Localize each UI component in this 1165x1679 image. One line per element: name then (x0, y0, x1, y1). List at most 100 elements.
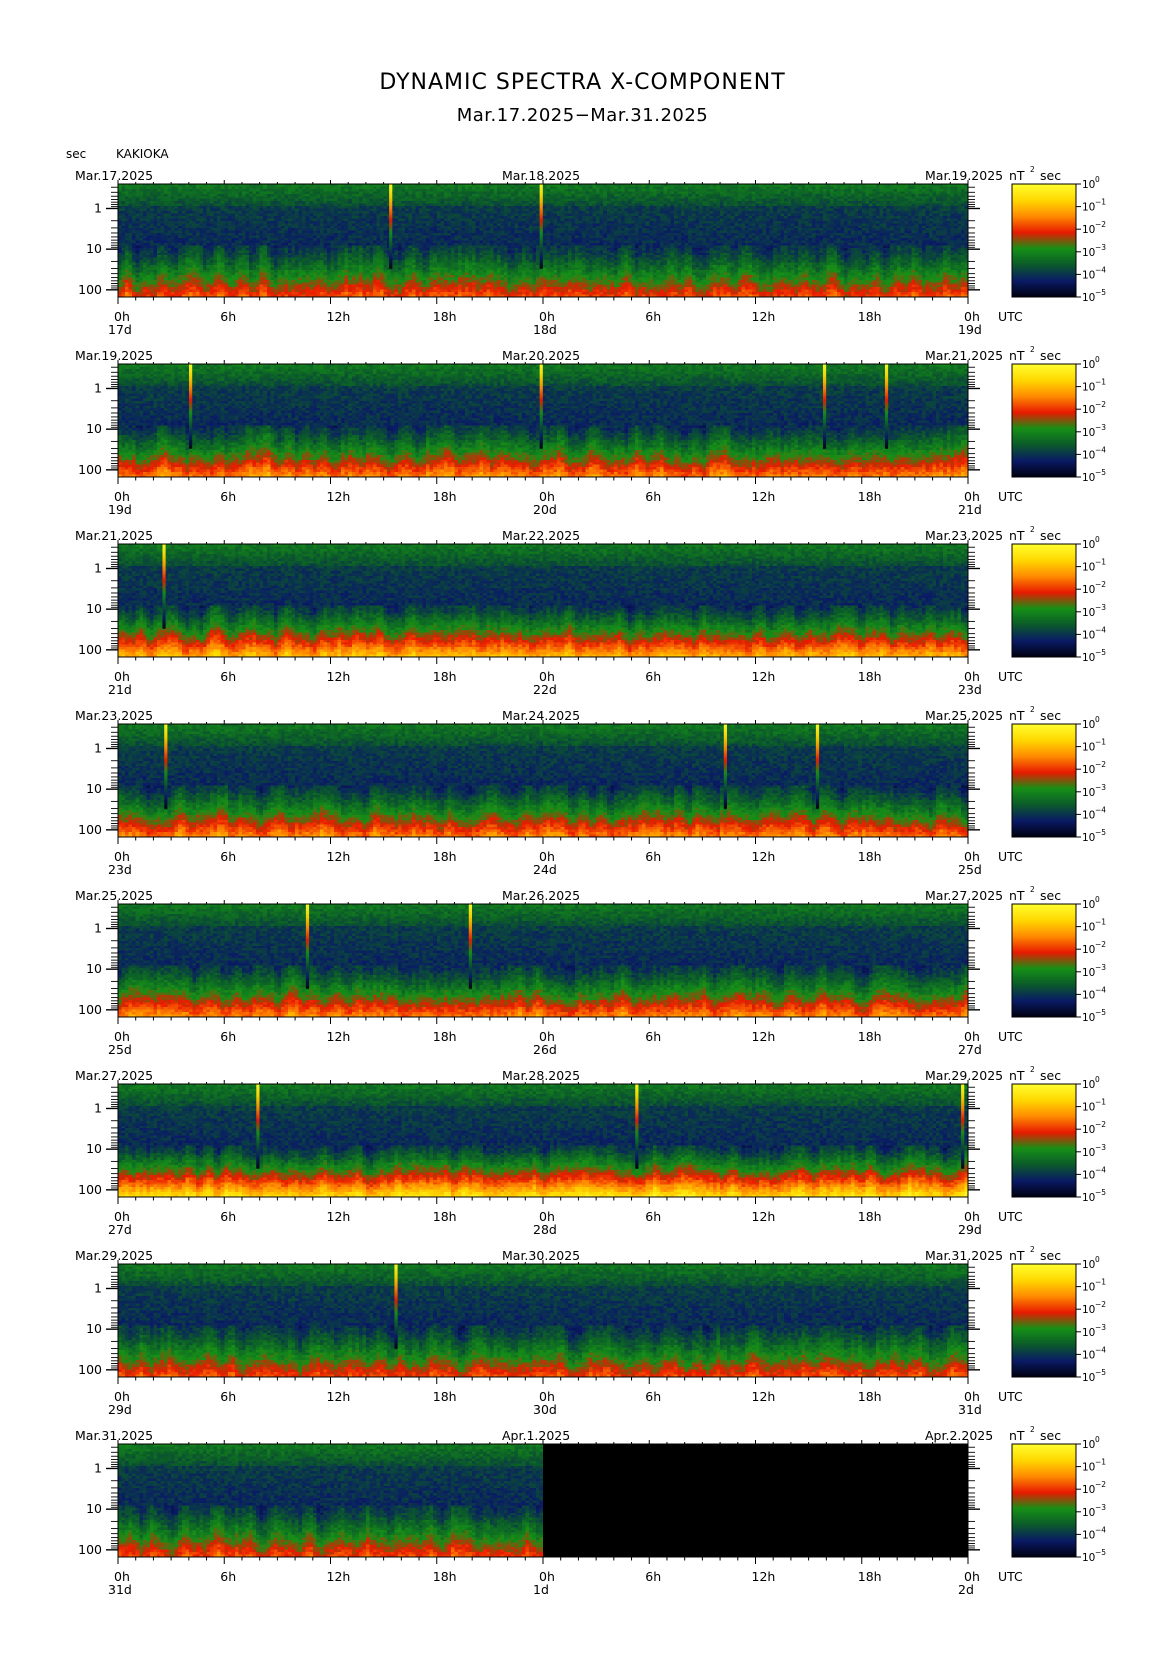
spectrogram-cell (267, 282, 271, 285)
spectrogram-cell (122, 211, 126, 214)
spectrogram-cell (277, 204, 281, 207)
spectrogram-cell (281, 250, 285, 253)
spectrogram-cell (125, 243, 129, 246)
spectrogram-cell (302, 236, 306, 239)
spectrogram-cell (274, 191, 278, 194)
spectrogram-cell (270, 196, 274, 199)
spectrogram-cell (221, 275, 225, 278)
spectrogram-cell (129, 189, 133, 192)
spectrogram-cell (207, 260, 211, 263)
spectrogram-cell (189, 201, 193, 204)
spectrogram-cell (161, 228, 165, 231)
spectrogram-cell (178, 275, 182, 278)
spectrogram-cell (256, 226, 260, 229)
spectrogram-cell (221, 221, 225, 224)
spectrogram-cell (231, 216, 235, 219)
spectrogram-cell (178, 221, 182, 224)
spectrogram-cell (221, 243, 225, 246)
spectrogram-cell (277, 223, 281, 226)
spectrogram-cell (129, 265, 133, 268)
spectrogram-cell (217, 243, 221, 246)
spectrogram-cell (210, 228, 214, 231)
spectrogram-cell (196, 265, 200, 268)
spectrogram-cell (192, 189, 196, 192)
spectrogram-cell (263, 196, 267, 199)
spectrogram-cell (238, 221, 242, 224)
spectrogram-cell (157, 290, 161, 293)
spectrogram-cell (253, 280, 257, 283)
spectrogram-cell (143, 204, 147, 207)
spectrogram-cell (129, 285, 133, 288)
spectrogram-cell (224, 292, 228, 295)
spectrogram-cell (224, 201, 228, 204)
spectrogram-cell (306, 209, 310, 212)
spectrogram-cell (228, 231, 232, 234)
spectrogram-cell (221, 199, 225, 202)
spectrogram-cell (146, 268, 150, 271)
spectrogram-cell (150, 218, 154, 221)
spectrogram-cell (189, 258, 193, 261)
spectrogram-cell (299, 270, 303, 273)
spectrogram-cell (284, 282, 288, 285)
spectrogram-cell (292, 191, 296, 194)
spectrogram-cell (249, 238, 253, 241)
spectrogram-cell (210, 189, 214, 192)
spectrogram-cell (284, 248, 288, 251)
spectrogram-cell (281, 209, 285, 212)
spectrogram-cell (242, 238, 246, 241)
spectrogram-cell (175, 199, 179, 202)
spectrogram-cell (274, 253, 278, 256)
spectrogram-cell (221, 250, 225, 253)
spectrogram-cell (118, 204, 122, 207)
spectrogram-cell (157, 218, 161, 221)
spectrogram-cell (228, 270, 232, 273)
spectrogram-cell (228, 241, 232, 244)
spectrogram-cell (249, 292, 253, 295)
spectrogram-cell (320, 270, 324, 273)
spectrogram-cell (175, 243, 179, 246)
spectrogram-cell (171, 285, 175, 288)
spectrogram-cell (189, 191, 193, 194)
spectrogram-cell (299, 287, 303, 290)
spectrogram-cell (196, 186, 200, 189)
spectrogram-cell (267, 263, 271, 266)
spectrogram-cell (122, 209, 126, 212)
spectrogram-cell (270, 265, 274, 268)
spectrogram-cell (316, 270, 320, 273)
spectrogram-cell (189, 282, 193, 285)
spectrogram-cell (161, 245, 165, 248)
spectrogram-cell (125, 199, 129, 202)
spectrogram-cell (277, 243, 281, 246)
spectrogram-cell (270, 213, 274, 216)
spectrogram-cell (203, 270, 207, 273)
spectrogram-cell (164, 265, 168, 268)
spectrogram-cell (161, 272, 165, 275)
spectrogram-cell (175, 221, 179, 224)
spectrogram-cell (175, 218, 179, 221)
spectrogram-cell (231, 223, 235, 226)
spectrogram-cell (132, 260, 136, 263)
spectrogram-cell (217, 213, 221, 216)
spectrogram-cell (199, 226, 203, 229)
spectrogram-cell (221, 201, 225, 204)
spectrogram-cell (242, 277, 246, 280)
spectrogram-cell (277, 186, 281, 189)
spectrogram-cell (118, 218, 122, 221)
spectrogram-cell (320, 265, 324, 268)
spectrogram-cell (270, 236, 274, 239)
spectrogram-cell (231, 248, 235, 251)
spectrogram-cell (157, 228, 161, 231)
spectrogram-cell (199, 209, 203, 212)
spectrogram-cell (157, 216, 161, 219)
spectrogram-cell (153, 236, 157, 239)
spectrogram-cell (284, 186, 288, 189)
spectrogram-cell (164, 280, 168, 283)
spectrogram-cell (146, 292, 150, 295)
spectrogram-cell (295, 265, 299, 268)
spectrogram-cell (313, 255, 317, 258)
spectrogram-cell (306, 275, 310, 278)
spectrogram-cell (256, 248, 260, 251)
spectrogram-cell (263, 248, 267, 251)
spectrogram-cell (299, 250, 303, 253)
spectrogram-cell (260, 285, 264, 288)
